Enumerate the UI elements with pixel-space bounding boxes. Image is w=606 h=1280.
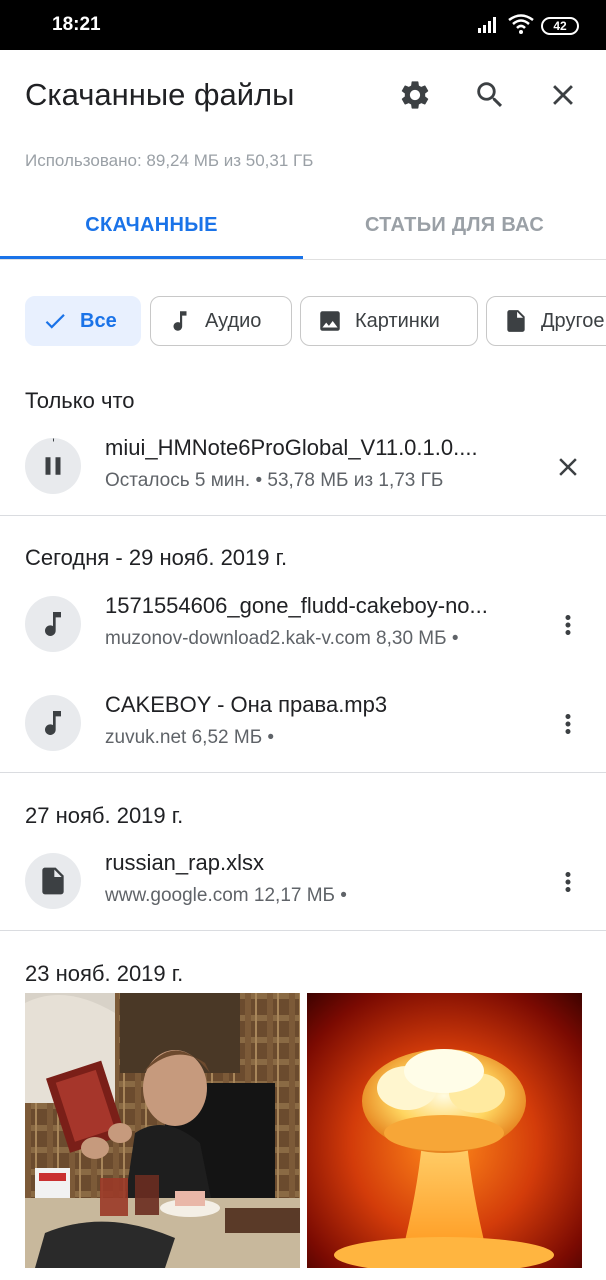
tab-downloads[interactable]: СКАЧАННЫЕ [0, 190, 303, 260]
wifi-icon [508, 14, 534, 34]
gear-icon [401, 81, 429, 109]
section-header: Сегодня - 29 нояб. 2019 г. [25, 545, 288, 570]
tab-indicator [0, 256, 303, 259]
more-options-button[interactable] [546, 603, 590, 647]
image-icon [317, 308, 343, 334]
divider [0, 772, 606, 773]
file-name: miui_HMNote6ProGlobal_V11.0.1.0.... [105, 435, 478, 460]
battery-level: 42 [553, 19, 567, 33]
battery-indicator: 42 [541, 17, 579, 35]
filter-chips: Все Аудио Картинки Другое [25, 296, 606, 346]
filter-chip-audio[interactable]: Аудио [150, 296, 292, 346]
music-note-icon [45, 612, 61, 636]
settings-button[interactable] [395, 75, 435, 115]
document-icon [42, 867, 64, 895]
cancel-download-button[interactable] [546, 445, 590, 489]
filter-chip-label: Другое [541, 309, 605, 332]
close-icon [553, 85, 573, 105]
progress-ring [52, 438, 55, 442]
filter-chip-label: Аудио [205, 309, 262, 332]
close-icon [559, 458, 577, 476]
tab-articles[interactable]: СТАТЬИ ДЛЯ ВАС [303, 190, 606, 260]
file-type-avatar [25, 853, 81, 909]
file-meta: zuvuk.net 6,52 МБ • [105, 727, 275, 748]
file-meta: www.google.com 12,17 МБ • [105, 885, 347, 906]
section-header: 27 нояб. 2019 г. [25, 803, 184, 828]
file-name: 1571554606_gone_fludd-cakeboy-no... [105, 593, 488, 618]
music-note-icon [167, 308, 193, 334]
status-time: 18:21 [52, 14, 101, 35]
explosion-thumbnail[interactable] [307, 993, 582, 1268]
filter-chip-other[interactable]: Другое [486, 296, 606, 346]
filter-chip-label: Все [80, 309, 117, 332]
file-meta: muzonov-download2.kak-v.com 8,30 МБ • [105, 628, 459, 649]
page-title: Скачанные файлы [25, 77, 295, 112]
search-button[interactable] [470, 75, 510, 115]
photo-image [25, 993, 300, 1268]
photo-thumbnail[interactable] [25, 993, 300, 1268]
download-item[interactable]: 1571554606_gone_fludd-cakeboy-no... muzo… [0, 587, 606, 673]
filter-chip-label: Картинки [355, 309, 440, 332]
filter-chip-images[interactable]: Картинки [300, 296, 478, 346]
more-vert-icon [565, 714, 571, 734]
storage-usage-text: Использовано: 89,24 МБ из 50,31 ГБ [25, 151, 314, 170]
download-item-in-progress[interactable]: miui_HMNote6ProGlobal_V11.0.1.0.... Оста… [0, 429, 606, 515]
explosion-image [307, 993, 582, 1268]
download-item[interactable]: russian_rap.xlsx www.google.com 12,17 МБ… [0, 844, 606, 930]
section-header: 23 нояб. 2019 г. [25, 961, 184, 986]
search-icon [477, 82, 503, 108]
more-vert-icon [565, 872, 571, 892]
status-bar: 18:21 42 [0, 0, 606, 50]
check-icon [42, 308, 68, 334]
cellular-signal-icon [478, 17, 496, 33]
file-type-avatar [25, 695, 81, 751]
more-options-button[interactable] [546, 702, 590, 746]
file-name: russian_rap.xlsx [105, 850, 264, 875]
close-button[interactable] [543, 75, 583, 115]
filter-chip-all[interactable]: Все [25, 296, 141, 346]
divider [0, 515, 606, 516]
more-options-button[interactable] [546, 860, 590, 904]
section-header: Только что [25, 388, 135, 413]
document-icon [503, 308, 529, 334]
file-type-avatar [25, 596, 81, 652]
divider [0, 930, 606, 931]
tab-bar: СКАЧАННЫЕ СТАТЬИ ДЛЯ ВАС [0, 190, 606, 260]
app-bar: Скачанные файлы [0, 50, 606, 140]
file-meta: Осталось 5 мин. • 53,78 МБ из 1,73 ГБ [105, 470, 444, 491]
download-item[interactable]: CAKEBOY - Она права.mp3 zuvuk.net 6,52 М… [0, 686, 606, 772]
file-name: CAKEBOY - Она права.mp3 [105, 692, 388, 717]
more-vert-icon [565, 615, 571, 635]
music-note-icon [45, 711, 61, 735]
